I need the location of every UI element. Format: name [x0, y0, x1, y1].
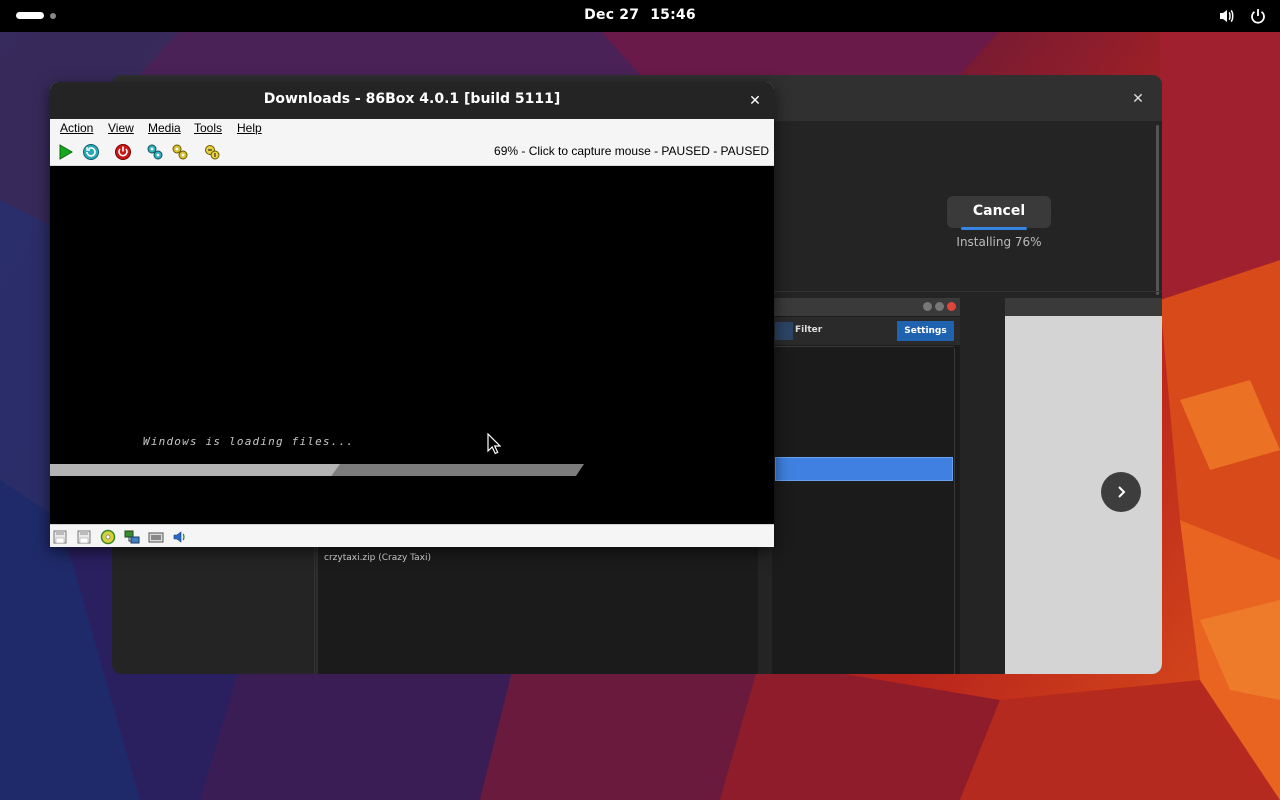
toolbar: 69% - Click to capture mouse - PAUSED - …: [50, 139, 774, 166]
install-progress-bar: [961, 227, 1027, 230]
86box-window: Downloads - 86Box 4.0.1 [build 5111] ✕ A…: [50, 82, 774, 547]
screenshot-titlebar: [772, 298, 960, 316]
network-icon[interactable]: [124, 529, 140, 545]
cdrom-icon[interactable]: [100, 529, 116, 545]
screenshot-toolbar-square: [775, 322, 793, 340]
floppy-b-icon[interactable]: [76, 529, 92, 545]
reset-icon[interactable]: [82, 143, 100, 161]
chevron-right-icon: [1118, 486, 1126, 498]
menu-view[interactable]: View: [108, 121, 134, 135]
settings-icon[interactable]: [146, 143, 164, 161]
emulator-screen[interactable]: Windows is loading files...: [50, 166, 774, 524]
sound-icon[interactable]: [172, 529, 188, 545]
next-screenshot-button[interactable]: [1101, 472, 1141, 512]
floppy-a-icon[interactable]: [52, 529, 68, 545]
boot-message: Windows is loading files...: [143, 435, 355, 448]
screenshot-settings-button: Settings: [897, 321, 954, 341]
ctrl-alt-del-icon[interactable]: [171, 143, 189, 161]
cancel-button[interactable]: Cancel: [947, 196, 1051, 228]
status-bar: [50, 524, 774, 547]
screenshot-toolbar: Filter Settings: [772, 317, 960, 345]
screenshot-filter-label: Filter: [795, 325, 823, 335]
mouse-cursor-icon: [487, 433, 501, 455]
menu-tools[interactable]: Tools: [194, 121, 222, 135]
screenshot-file-pane: crzytaxi.zip (Crazy Taxi): [316, 545, 758, 674]
screenshot-left-pane: [112, 545, 315, 674]
menu-bar: Action View Media Tools Help: [50, 119, 774, 139]
window-title: Downloads - 86Box 4.0.1 [build 5111]: [263, 91, 561, 107]
screenshot-divider: [772, 346, 954, 347]
menu-help[interactable]: Help: [237, 121, 262, 135]
emulator-status: 69% - Click to capture mouse - PAUSED - …: [494, 144, 769, 158]
86box-titlebar[interactable]: Downloads - 86Box 4.0.1 [build 5111] ✕: [50, 82, 774, 119]
volume-icon[interactable]: [1218, 7, 1236, 29]
play-icon[interactable]: [57, 143, 75, 161]
boot-progress-fill: [50, 464, 340, 476]
clock[interactable]: Dec 27 15:46: [0, 7, 1280, 23]
window-controls: [923, 302, 956, 311]
screenshot-titlebar: [1005, 298, 1162, 316]
install-status: Installing 76%: [956, 235, 1042, 249]
clock-time: 15:46: [650, 7, 696, 23]
menu-action[interactable]: Action: [60, 121, 93, 135]
screenshot-icon[interactable]: [203, 143, 221, 161]
keyboard-icon[interactable]: [148, 529, 164, 545]
close-icon[interactable]: ✕: [744, 90, 766, 112]
top-bar: Dec 27 15:46: [0, 0, 1280, 32]
file-label: crzytaxi.zip (Crazy Taxi): [324, 553, 432, 563]
close-icon[interactable]: ✕: [1126, 87, 1150, 111]
screenshot-divider: [954, 348, 955, 674]
power-off-icon[interactable]: [114, 143, 132, 161]
power-icon[interactable]: [1250, 8, 1266, 28]
menu-media[interactable]: Media: [148, 121, 181, 135]
screenshot-selected-row: [775, 457, 953, 481]
scrollbar[interactable]: [1156, 125, 1159, 295]
system-tray[interactable]: [1218, 7, 1266, 29]
app-screenshot-1[interactable]: Filter Settings: [772, 298, 960, 674]
clock-date: Dec 27: [584, 7, 640, 23]
